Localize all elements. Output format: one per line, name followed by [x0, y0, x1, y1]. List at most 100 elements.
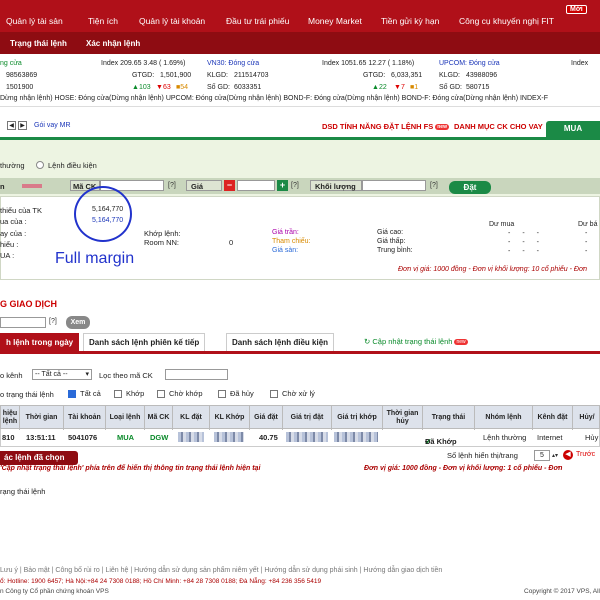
refresh-status-link[interactable]: ↻ Cập nhật trạng thái lệnh new [364, 337, 468, 346]
loan-list-tab[interactable]: DANH MỤC CK CHO VAY [454, 122, 543, 131]
nav-fit-recommendation[interactable]: Công cụ khuyến nghị FIT [459, 16, 554, 26]
masked-matched-value [334, 432, 378, 442]
ticker-upcom-status: UPCOM: Đóng cửa [439, 60, 500, 67]
account-label: n [0, 182, 5, 191]
refresh-status-label: Cập nhật trạng thái lệnh [372, 337, 453, 346]
new-icon: new [435, 124, 449, 131]
prev-page-icon[interactable]: ◀ [563, 450, 573, 460]
refresh-icon: ↻ [364, 337, 371, 346]
per-page-stepper[interactable]: ▴▾ [552, 452, 558, 459]
buy-tab[interactable]: MUA [546, 121, 600, 137]
fs-feature-link[interactable]: DSD TÍNH NĂNG ĐẶT LỆNH FS new [322, 122, 449, 131]
ask-dash-3: - [585, 248, 588, 255]
tab-today-orders[interactable]: h lệnh trong ngày [0, 333, 80, 351]
fs-feature-label: DSD TÍNH NĂNG ĐẶT LỆNH FS [322, 122, 434, 131]
bid-dashes-2: --- [508, 239, 551, 246]
normal-order-label[interactable]: thường [0, 161, 25, 170]
ticker-vn30-status: VN30: Đóng cửa [207, 60, 260, 67]
floor-price-label: Giá sàn: [272, 247, 299, 254]
chevron-down-icon: ▾ [85, 371, 89, 378]
row-order-type: MUA [117, 433, 135, 442]
per-page-label: Số lệnh hiển thị/trang [447, 451, 518, 460]
full-margin-annotation: Full margin [55, 250, 135, 267]
ticker-klgd2-label: KLGD: [439, 72, 461, 79]
unit-note: Đơn vị giá: 1000 đồng - Đơn vị khối lượn… [398, 266, 588, 273]
min-label: hiểu : [0, 240, 19, 249]
per-page-input[interactable]: 5 [534, 450, 550, 461]
nav-money-market[interactable]: Money Market [308, 16, 362, 26]
channel-select[interactable]: -- Tất cả -- ▾ [32, 369, 92, 380]
row-group: Lệnh thường [483, 433, 527, 442]
arrow-left-icon[interactable]: ◀ [7, 121, 16, 130]
price-minus-button[interactable]: − [224, 180, 235, 191]
min-account-label: thiểu của TK [0, 206, 42, 215]
ticker-sogd-label: Số GD: [207, 84, 230, 91]
nav-utilities[interactable]: Tiện ích [88, 16, 118, 26]
conditional-order-label[interactable]: Lệnh điều kiện [48, 161, 97, 170]
date-filter-input[interactable] [0, 317, 46, 328]
checkbox-processing[interactable] [270, 390, 278, 398]
price-label-box: Giá [186, 180, 222, 191]
col-cancel-time: Thời gian hủy [383, 406, 423, 430]
order-table-header: hiệu lệnh Thời gian Tài khoản Loại lệnh … [0, 405, 600, 430]
nav-term-deposit[interactable]: Tiền gửi kỳ hạn [381, 16, 439, 26]
ticker-up-count-2: ▲22 [372, 84, 387, 91]
matched-label: Khớp lệnh: [144, 229, 181, 238]
col-stock: Mã CK [145, 406, 173, 430]
checkbox-cancelled[interactable] [218, 390, 226, 398]
ticker-up-count: ▲103 [132, 84, 151, 91]
ticker-klgd-label: KLGD: [207, 72, 229, 79]
loan-package-link[interactable]: Gói vay MR [34, 122, 71, 129]
row-cancel-action[interactable]: Hủy [585, 433, 598, 442]
room-nn-value: 0 [229, 238, 234, 247]
ticker-gtgd2-value: 6,033,351 [391, 72, 423, 79]
ask-dash-1: - [585, 230, 588, 237]
filter-help[interactable]: [?] [49, 318, 57, 325]
ticker-down-count-2: ▼7 [394, 84, 405, 91]
col-account: Tài khoản [64, 406, 106, 430]
new-badge: Mới [566, 5, 587, 14]
checkbox-matched[interactable] [114, 390, 122, 398]
arrow-right-icon[interactable]: ▶ [18, 121, 27, 130]
ticker-gtgd-label: GTGD: [132, 72, 155, 79]
masked-order-value [286, 432, 328, 442]
col-qty: KL đặt [173, 406, 210, 430]
nav-asset-management[interactable]: Quản lý tài sản [6, 16, 63, 26]
prev-page-label[interactable]: Trước [576, 451, 595, 458]
volume-label: Khối lượng [315, 182, 356, 191]
ticker-hnx-index: Index 209.65 3.48 ( 1.69%) [101, 60, 186, 67]
subnav-order-status[interactable]: Trạng thái lệnh [10, 39, 67, 48]
place-order-button[interactable]: Đặt [449, 181, 491, 194]
col-price: Giá đặt [250, 406, 283, 430]
price-help[interactable]: [?] [291, 182, 299, 189]
col-group: Nhóm lệnh [475, 406, 533, 430]
order-status-section: rạng thái lệnh [0, 487, 46, 496]
subnav-order-confirm[interactable]: Xác nhận lệnh [86, 39, 140, 48]
market-ticker: ng cửa Index 209.65 3.48 ( 1.69%) VN30: … [0, 57, 600, 93]
cancel-selected-button[interactable]: ác lệnh đã chọn [0, 451, 78, 465]
tab-next-session[interactable]: Danh sách lệnh phiên kế tiếp [83, 333, 206, 351]
ticker-sogd-value: 6033351 [234, 84, 262, 91]
stock-filter-input[interactable] [165, 369, 228, 380]
volume-help[interactable]: [?] [430, 182, 438, 189]
price-plus-button[interactable]: + [277, 180, 288, 191]
price-label: Giá [191, 182, 204, 191]
checkbox-all[interactable] [68, 390, 76, 398]
volume-input[interactable] [362, 180, 426, 191]
ticker-gtgd-value: 1,501,900 [160, 72, 192, 79]
footer-links[interactable]: Lưu ý | Bảo mật | Công bố rủi ro | Liên … [0, 567, 600, 574]
tab-conditional[interactable]: Danh sách lệnh điều kiện [226, 333, 335, 351]
view-button[interactable]: Xem [66, 316, 90, 329]
stock-code-help[interactable]: [?] [168, 182, 176, 189]
nav-bond-investment[interactable]: Đầu tư trái phiếu [226, 16, 289, 26]
masked-qty [178, 432, 204, 442]
checkbox-all-label: Tất cả [80, 389, 101, 398]
ticker-down-value-2: 7 [400, 84, 405, 91]
new-icon: new [454, 339, 468, 346]
nav-account-management[interactable]: Quản lý tài khoản [139, 16, 205, 26]
checkbox-pending[interactable] [157, 390, 165, 398]
conditional-order-radio[interactable] [36, 161, 44, 169]
price-input[interactable] [237, 180, 275, 191]
ticker-sogd2-value: 580715 [466, 84, 490, 91]
row-price: 40.75 [259, 433, 278, 442]
